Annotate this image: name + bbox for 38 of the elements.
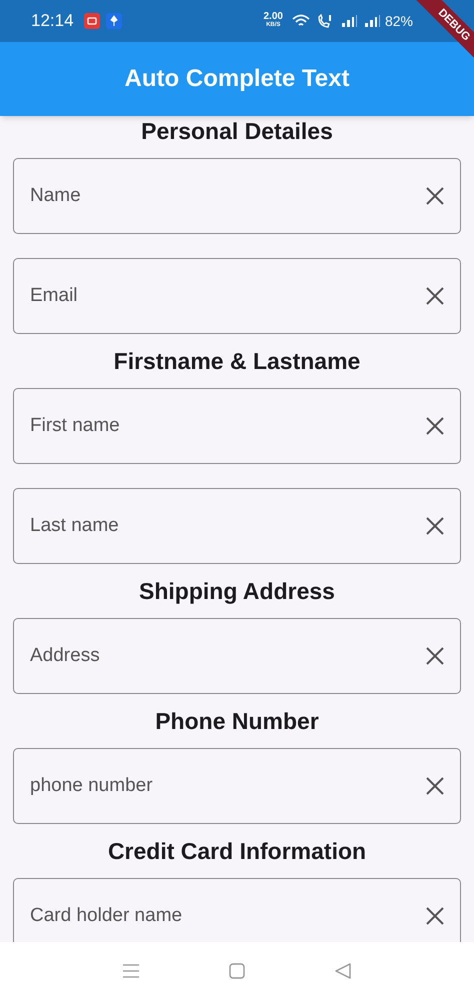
back-icon[interactable] — [335, 963, 351, 979]
placeholder-text: Last name — [30, 514, 119, 538]
signal-icon — [364, 15, 381, 27]
placeholder-text: phone number — [30, 774, 153, 798]
input-field[interactable]: Last name — [13, 488, 461, 564]
section-heading: Shipping Address — [139, 576, 335, 606]
notification-icon — [106, 13, 122, 29]
clear-icon[interactable] — [426, 907, 444, 925]
placeholder-text: First name — [30, 414, 120, 438]
input-field[interactable]: Address — [13, 618, 461, 694]
clear-icon[interactable] — [426, 187, 444, 205]
battery-level: 82% — [384, 12, 413, 30]
placeholder-text: Address — [30, 644, 100, 668]
home-icon[interactable] — [229, 963, 245, 979]
input-field[interactable]: phone number — [13, 748, 461, 824]
clear-icon[interactable] — [426, 417, 444, 435]
network-speed: 2.00 — [264, 13, 283, 21]
placeholder-text: Card holder name — [30, 904, 182, 928]
input-field[interactable]: Name — [13, 158, 461, 234]
input-field[interactable]: First name — [13, 388, 461, 464]
section-heading: Credit Card Information — [108, 836, 366, 866]
clear-icon[interactable] — [426, 777, 444, 795]
clear-icon[interactable] — [426, 517, 444, 535]
section-heading: Personal Detailes — [141, 116, 333, 146]
app-title: Auto Complete Text — [124, 64, 350, 94]
section-heading: Firstname & Lastname — [114, 346, 360, 376]
wifi-icon — [292, 14, 310, 28]
call-icon — [316, 14, 333, 28]
menu-icon[interactable] — [123, 964, 139, 978]
section-heading: Phone Number — [155, 706, 319, 736]
status-time: 12:14 — [31, 10, 74, 32]
clear-icon[interactable] — [426, 647, 444, 665]
placeholder-text: Email — [30, 284, 78, 308]
screen-record-icon — [84, 13, 100, 29]
clear-icon[interactable] — [426, 287, 444, 305]
placeholder-text: Name — [30, 184, 81, 208]
signal-icon — [340, 15, 358, 27]
input-field[interactable]: Email — [13, 258, 461, 334]
